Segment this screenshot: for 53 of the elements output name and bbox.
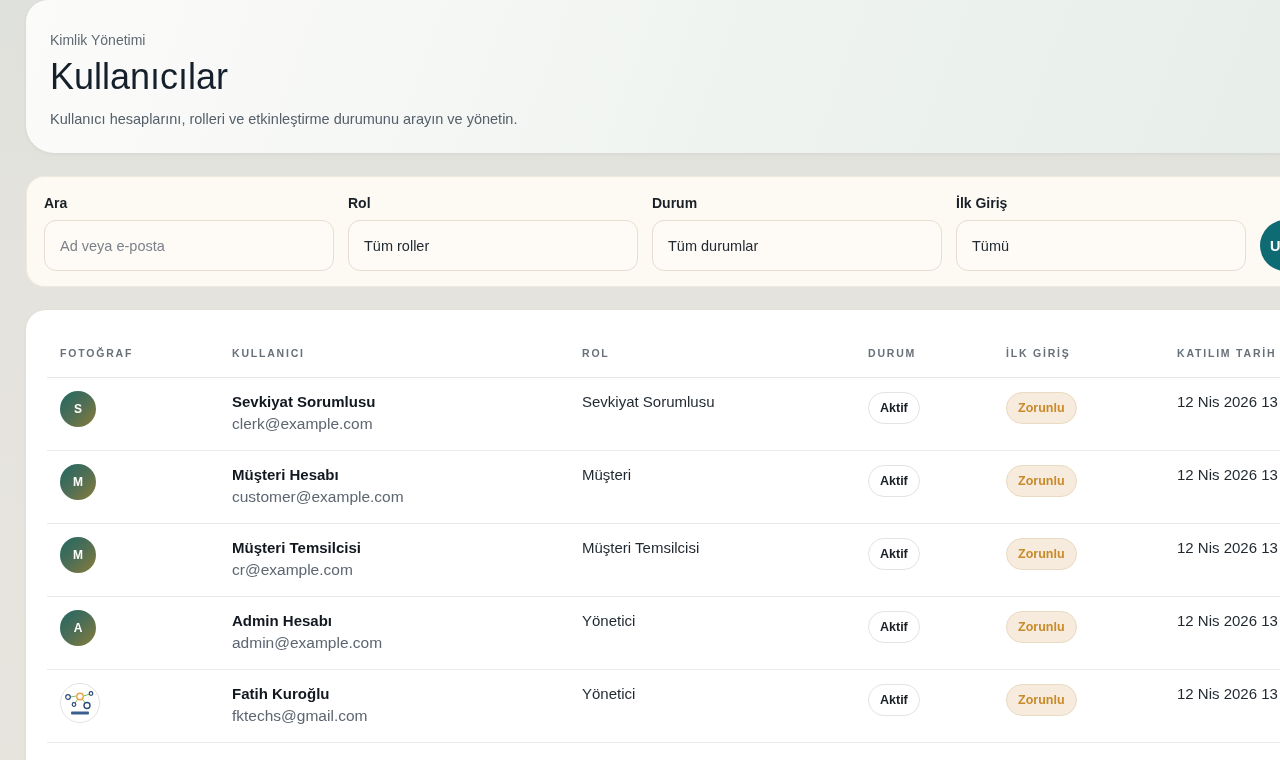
filter-label: Ara xyxy=(44,194,69,212)
column-header[interactable]: DURUM xyxy=(855,346,993,361)
breadcrumb-label: Kimlik Yönetimi xyxy=(50,31,147,49)
role-text: Sevkiyat Sorumlusu xyxy=(582,393,715,410)
network-logo-icon xyxy=(60,683,100,723)
first-login-badge: Zorunlu xyxy=(1006,684,1077,716)
avatar: M xyxy=(60,537,96,573)
join-date: 12 Nis 2026 13 xyxy=(1177,466,1278,483)
first-login-badge: Zorunlu xyxy=(1006,611,1077,643)
user-email: admin@example.com xyxy=(232,633,384,653)
page-description: Kullanıcı hesaplarını, rolleri ve etkinleştirme durumunu arayın ve yönetin. xyxy=(50,110,519,129)
select-field[interactable]: Tüm roller xyxy=(348,220,638,271)
role-text: Müşteri Temsilcisi xyxy=(582,539,700,556)
user-name: Sevkiyat Sorumlusu xyxy=(232,392,377,412)
status-badge: Aktif xyxy=(868,392,920,424)
user-email: cr@example.com xyxy=(232,560,354,580)
filter-label: Durum xyxy=(652,194,699,212)
join-date: 12 Nis 2026 13 xyxy=(1177,393,1278,410)
search-field[interactable]: Ad veya e-posta xyxy=(44,220,334,271)
avatar: A xyxy=(60,610,96,646)
join-date: 12 Nis 2026 13 xyxy=(1177,685,1278,702)
column-header[interactable]: FOTOĞRAF xyxy=(47,346,219,361)
user-email: customer@example.com xyxy=(232,487,405,507)
first-login-badge: Zorunlu xyxy=(1006,465,1077,497)
user-name: Müşteri Temsilcisi xyxy=(232,538,362,558)
user-name: Müşteri Hesabı xyxy=(232,465,340,485)
status-badge: Aktif xyxy=(868,611,920,643)
apply-button[interactable]: U xyxy=(1260,220,1280,271)
role-text: Yönetici xyxy=(582,685,636,702)
status-badge: Aktif xyxy=(868,684,920,716)
join-date: 12 Nis 2026 13 xyxy=(1177,612,1278,629)
column-header[interactable]: KATILIM TARİH xyxy=(1164,346,1280,361)
filter-label: İlk Giriş xyxy=(956,194,1009,212)
role-text: Müşteri xyxy=(582,466,632,483)
user-name: Fatih Kuroğlu xyxy=(232,684,331,704)
first-login-badge: Zorunlu xyxy=(1006,392,1077,424)
avatar: M xyxy=(60,464,96,500)
column-header[interactable]: ROL xyxy=(569,346,855,361)
select-field[interactable]: Tüm durumlar xyxy=(652,220,942,271)
column-header[interactable]: KULLANICI xyxy=(219,346,569,361)
user-email: fktechs@gmail.com xyxy=(232,706,369,726)
select-field[interactable]: Tümü xyxy=(956,220,1246,271)
status-badge: Aktif xyxy=(868,465,920,497)
join-date: 12 Nis 2026 13 xyxy=(1177,539,1278,556)
page-title: Kullanıcılar xyxy=(50,55,230,99)
filter-label: Rol xyxy=(348,194,372,212)
avatar: S xyxy=(60,391,96,427)
first-login-badge: Zorunlu xyxy=(1006,538,1077,570)
role-text: Yönetici xyxy=(582,612,636,629)
user-email: clerk@example.com xyxy=(232,414,374,434)
column-header[interactable]: İLK GİRİŞ xyxy=(993,346,1164,361)
status-badge: Aktif xyxy=(868,538,920,570)
user-name: Admin Hesabı xyxy=(232,611,334,631)
